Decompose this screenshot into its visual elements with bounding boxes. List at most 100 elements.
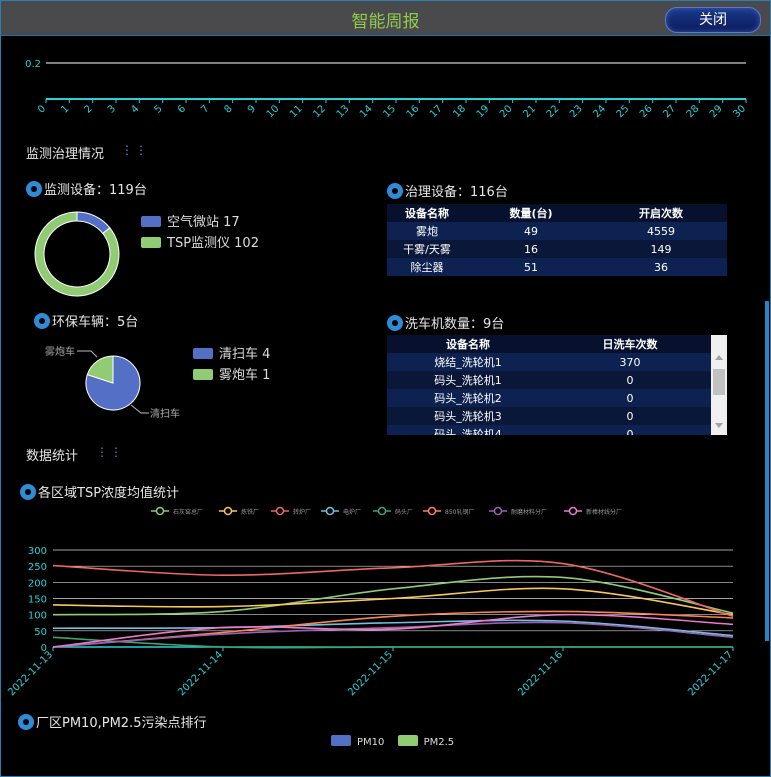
y-tick-label: 50	[34, 627, 47, 638]
legend-item[interactable]: PM2.5	[397, 735, 454, 748]
x-tick-label: 9	[246, 103, 258, 115]
x-tick-label: 27	[661, 103, 678, 120]
legend-marker	[223, 506, 233, 516]
x-tick-label: 0	[36, 103, 48, 115]
legend-label: 转炉厂	[293, 508, 311, 516]
x-tick-label: 22	[545, 103, 562, 120]
title-bar: 智能周报 关闭	[1, 1, 770, 36]
washers-title: 洗车机数量：9台	[405, 317, 505, 332]
x-tick-label: 12	[311, 103, 328, 120]
gear-icon	[18, 714, 34, 730]
table-row: 码头_洗轮机1 0	[387, 371, 711, 389]
table-cell: 4559	[647, 224, 675, 238]
legend-marker	[493, 506, 503, 516]
pm-legend: PM10 PM2.5	[331, 735, 454, 748]
x-tick-label: 8	[223, 103, 235, 115]
tsp-chart-title: 各区域TSP浓度均值统计	[38, 486, 180, 501]
scroll-up-arrow-icon[interactable]	[715, 355, 723, 360]
legend-swatch	[397, 735, 418, 746]
legend-item[interactable]: TSP监测仪 102	[141, 232, 259, 251]
table-header-row: 设备名称 数量(台) 开启次数	[387, 204, 727, 222]
eco-vehicles-heading: 环保车辆：5台	[34, 311, 138, 330]
table-cell: 0	[626, 427, 634, 436]
donut-slice	[76, 211, 111, 235]
x-tick-label: 26	[638, 103, 655, 120]
legend-marker	[155, 506, 165, 516]
pie-label: 雾炮车	[45, 345, 75, 358]
gear-icon	[387, 315, 403, 331]
table-cell: 除尘器	[410, 261, 444, 274]
x-tick-label: 13	[335, 103, 352, 120]
x-tick-label: 2022-11-14	[176, 649, 225, 698]
legend-label: 电炉厂	[343, 508, 361, 516]
pm-chart-heading: 厂区PM10,PM2.5污染点排行	[18, 712, 206, 731]
label-leader-line	[77, 350, 98, 358]
table-cell: 干雾/天雾	[403, 243, 451, 256]
x-tick-label: 17	[428, 103, 445, 120]
series-line	[52, 587, 734, 616]
legend-swatch	[193, 369, 213, 380]
x-tick-label: 18	[451, 103, 468, 120]
x-tick-label: 23	[568, 103, 585, 120]
monitor-devices-donut	[34, 211, 120, 297]
x-tick-label: 25	[615, 103, 632, 120]
column-header: 开启次数	[595, 204, 727, 222]
legend-item[interactable]: 清扫车 4	[193, 343, 270, 362]
table-row: 干雾/天雾 16 149	[387, 240, 727, 258]
x-tick-label: 2022-11-17	[686, 649, 735, 698]
table-cell: 烧结_洗轮机1	[434, 356, 502, 369]
legend-label: 码头厂	[395, 508, 413, 516]
treatment-devices-title: 治理设备：116台	[405, 185, 508, 200]
legend-item[interactable]: 空气微站 17	[141, 211, 240, 230]
legend-item[interactable]: 雾炮车 1	[193, 364, 270, 383]
section-menu-icon[interactable]: ⋮⋮	[121, 143, 149, 157]
x-tick-label: 1	[59, 103, 71, 115]
table-row: 码头_洗轮机3 0	[387, 407, 711, 425]
table-row: 雾炮 49 4559	[387, 222, 727, 240]
section-menu-icon[interactable]: ⋮⋮	[96, 445, 124, 459]
treatment-devices-table: 设备名称 数量(台) 开启次数 雾炮 49 4559 干雾/天雾 16 149 除尘器 5…	[387, 204, 727, 276]
legend-label: PM10	[357, 737, 385, 748]
table-row: 码头_洗轮机4 0	[387, 425, 711, 435]
y-tick-label: 150	[28, 595, 47, 606]
washers-heading: 洗车机数量：9台	[387, 313, 504, 332]
gear-icon	[20, 484, 36, 500]
x-tick-label: 19	[475, 103, 492, 120]
x-tick-label: 28	[685, 103, 702, 120]
x-tick-label: 16	[405, 103, 422, 120]
legend-marker	[325, 506, 335, 516]
legend-marker	[377, 506, 387, 516]
legend-marker	[427, 506, 437, 516]
x-tick-label: 30	[731, 103, 748, 120]
x-tick-label: 3	[106, 103, 118, 115]
close-button[interactable]: 关闭	[665, 7, 761, 33]
washers-table-viewport[interactable]: 设备名称 日洗车次数 烧结_洗轮机1 370 码头_洗轮机1 0 码头_洗轮机2 0 …	[387, 335, 711, 435]
legend-label: 炼铁厂	[241, 508, 259, 516]
legend-marker	[568, 506, 578, 516]
x-tick-label: 29	[708, 103, 725, 120]
legend-item[interactable]: PM10	[331, 735, 385, 748]
eco-vehicles-pie: 雾炮车清扫车	[45, 345, 180, 420]
window-title: 智能周报	[351, 12, 420, 32]
washers-scrollbar[interactable]	[711, 335, 727, 435]
x-tick-label: 6	[176, 103, 188, 115]
table-cell: 16	[524, 242, 538, 256]
washers-table: 设备名称 日洗车次数 烧结_洗轮机1 370 码头_洗轮机1 0 码头_洗轮机2 0 …	[387, 335, 711, 435]
x-tick-label: 10	[265, 103, 282, 120]
x-tick-label: 2022-11-16	[516, 649, 565, 698]
scroll-thumb[interactable]	[713, 369, 725, 395]
x-tick-label: 5	[153, 103, 165, 115]
legend-marker	[275, 506, 285, 516]
table-row: 码头_洗轮机2 0	[387, 389, 711, 407]
x-tick-label: 2	[83, 103, 95, 115]
table-cell: 370	[619, 355, 641, 369]
table-row: 除尘器 51 36	[387, 258, 727, 276]
table-cell: 雾炮	[416, 225, 438, 238]
page-scrollbar[interactable]	[765, 301, 769, 641]
scroll-down-arrow-icon[interactable]	[715, 423, 723, 428]
legend-swatch	[141, 237, 161, 248]
x-tick-label: 2022-11-15	[346, 649, 395, 698]
legend-label: 耐磨材料分厂	[511, 508, 547, 516]
eco-vehicles-title: 环保车辆：5台	[52, 315, 139, 330]
table-cell: 码头_洗轮机3	[434, 410, 502, 423]
